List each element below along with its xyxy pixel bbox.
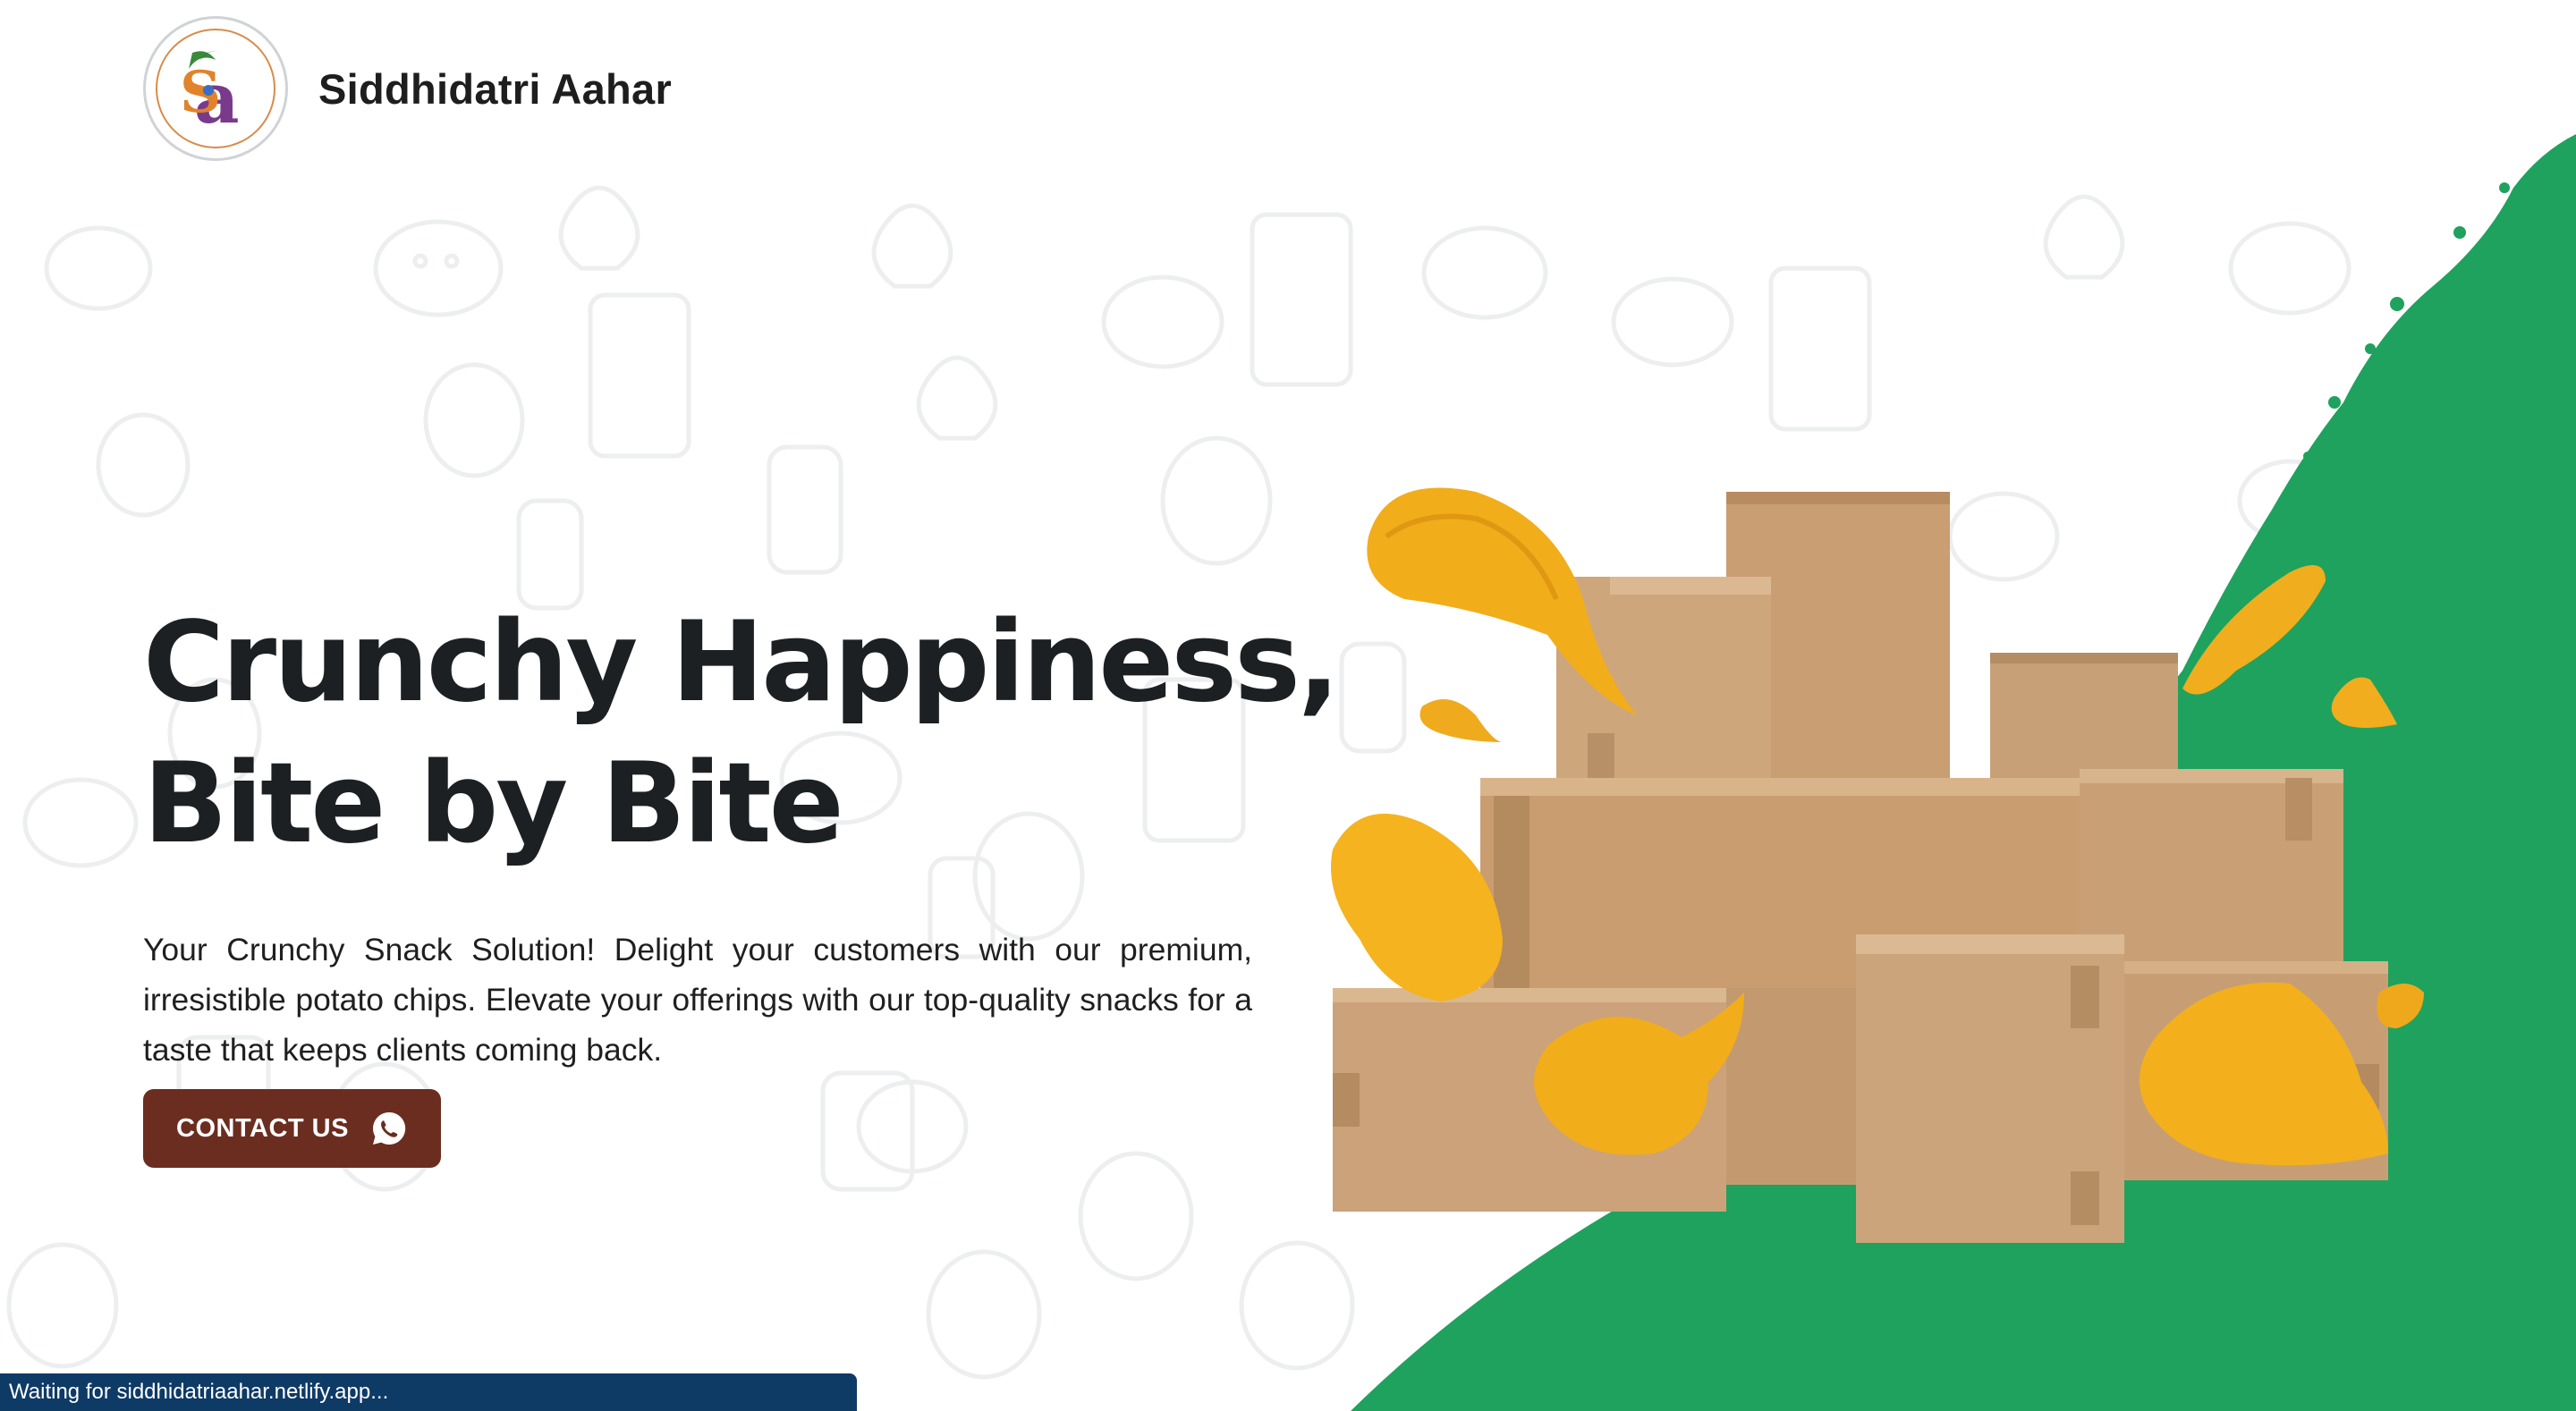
contact-us-button[interactable]: CONTACT US [143,1089,441,1168]
browser-status-bar: Waiting for siddhidatriaahar.netlify.app… [0,1373,857,1411]
whatsapp-icon [370,1110,408,1147]
siddhidatri-logo-icon[interactable]: a S [143,16,288,161]
site-header: a S Siddhidatri Aahar [143,16,672,161]
contact-us-label: CONTACT US [176,1113,349,1143]
boxes-with-chips-illustration [1331,134,2576,1411]
hero-title-line-2: Bite by Bite [143,739,844,868]
hero-title: Crunchy Happiness, Bite by Bite [143,592,1340,874]
brand-name[interactable]: Siddhidatri Aahar [318,64,672,114]
svg-text:S: S [180,59,221,126]
hero-title-line-1: Crunchy Happiness, [143,598,1340,727]
hero-description: Your Crunchy Snack Solution! Delight you… [143,932,1252,1068]
landing-page: a S Siddhidatri Aahar Crunchy Happiness,… [0,0,2576,1411]
